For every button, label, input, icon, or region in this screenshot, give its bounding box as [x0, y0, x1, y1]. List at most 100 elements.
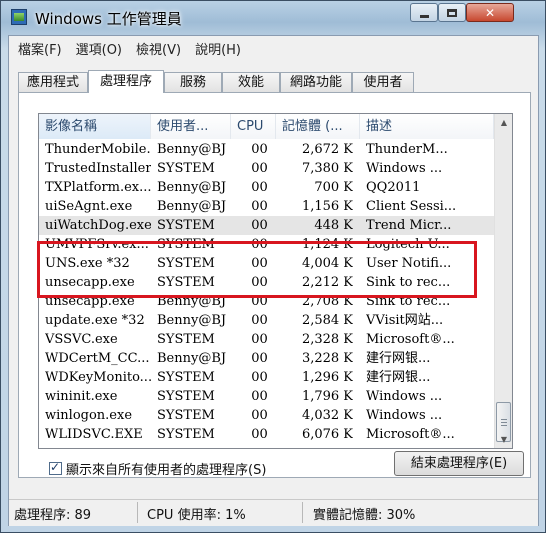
- menu-help[interactable]: 說明(H): [189, 36, 249, 58]
- process-list[interactable]: 影像名稱 使用者... CPU 記憶體 (... 描述 ThunderMobil…: [38, 113, 513, 449]
- cell-image-name: TrustedInstaller...: [45, 161, 151, 176]
- process-row[interactable]: WDCertM_CC... Benny@BJ 00 3,228 K 建行网银...: [39, 349, 494, 368]
- show-all-users-checkbox[interactable]: [49, 460, 62, 475]
- tab-services[interactable]: 服務: [164, 72, 222, 92]
- client-area: 檔案(F) 選項(O) 檢視(V) 說明(H) 應用程式 處理程序 服務 效能 …: [8, 35, 539, 526]
- column-image-name[interactable]: 影像名稱: [39, 114, 151, 139]
- cell-memory: 3,228 K: [301, 351, 353, 366]
- process-row[interactable]: WLIDSVC.EXE SYSTEM 00 6,076 K Microsoft®...: [39, 425, 494, 444]
- menu-file[interactable]: 檔案(F): [12, 36, 70, 58]
- vertical-scrollbar[interactable]: ▲ ▼: [494, 114, 512, 448]
- cell-image-name: TXPlatform.ex...: [45, 180, 151, 195]
- process-row[interactable]: TXPlatform.ex... Benny@BJ 00 700 K QQ2011: [39, 178, 494, 197]
- cell-cpu: 00: [251, 142, 268, 157]
- show-all-users-option[interactable]: 顯示來自所有使用者的處理程序(S): [49, 459, 266, 478]
- process-row[interactable]: TrustedInstaller... SYSTEM 00 7,380 K Window…: [39, 159, 494, 178]
- cell-cpu: 00: [251, 427, 268, 442]
- column-memory[interactable]: 記憶體 (...: [276, 114, 360, 139]
- process-row[interactable]: WDKeyMonito... SYSTEM 00 1,296 K 建行网银...: [39, 368, 494, 387]
- cell-description: 建行网银...: [366, 351, 431, 366]
- tab-performance[interactable]: 效能: [222, 72, 280, 92]
- process-row[interactable]: uiWatchDog.exe SYSTEM 00 448 K Trend Micr...: [39, 216, 494, 235]
- tab-applications[interactable]: 應用程式: [18, 72, 88, 92]
- cell-image-name: UNS.exe *32: [45, 256, 130, 271]
- cell-user: SYSTEM: [157, 275, 215, 290]
- cell-user: SYSTEM: [157, 237, 215, 252]
- cell-image-name: update.exe *32: [45, 313, 145, 328]
- cell-memory: 4,004 K: [301, 256, 353, 271]
- cell-user: SYSTEM: [157, 256, 215, 271]
- cell-image-name: unsecapp.exe: [45, 275, 135, 290]
- cell-memory: 2,212 K: [301, 275, 353, 290]
- cell-memory: 2,708 K: [301, 294, 353, 309]
- cell-memory: 2,672 K: [301, 142, 353, 157]
- menu-options[interactable]: 選項(O): [70, 36, 130, 58]
- tab-networking[interactable]: 網路功能: [280, 72, 352, 92]
- end-process-button[interactable]: 結束處理程序(E): [394, 451, 524, 476]
- process-row[interactable]: wininit.exe SYSTEM 00 1,796 K Windows ...: [39, 387, 494, 406]
- cell-description: Microsoft®...: [366, 427, 455, 442]
- maximize-button[interactable]: [438, 3, 466, 22]
- status-cpu-usage: CPU 使用率: 1%: [147, 508, 246, 523]
- cell-memory: 1,796 K: [301, 389, 353, 404]
- list-header: 影像名稱 使用者... CPU 記憶體 (... 描述: [39, 114, 494, 139]
- minimize-button[interactable]: [410, 3, 438, 22]
- cell-cpu: 00: [251, 199, 268, 214]
- process-row[interactable]: VSSVC.exe SYSTEM 00 2,328 K Microsoft®...: [39, 330, 494, 349]
- cell-description: Client Sessi...: [366, 199, 456, 214]
- close-button[interactable]: ✕: [466, 3, 514, 22]
- cell-description: VVisit网站...: [366, 313, 444, 328]
- process-row[interactable]: update.exe *32 Benny@BJ 00 2,584 K VVisit网站.…: [39, 311, 494, 330]
- cell-user: Benny@BJ: [157, 294, 227, 309]
- cell-cpu: 00: [251, 351, 268, 366]
- tab-users[interactable]: 使用者: [352, 72, 414, 92]
- cell-description: Microsoft®...: [366, 332, 455, 347]
- cell-image-name: wininit.exe: [45, 389, 118, 404]
- cell-memory: 1,296 K: [301, 370, 353, 385]
- tab-processes[interactable]: 處理程序: [88, 70, 164, 93]
- cell-description: User Notifi...: [366, 256, 452, 271]
- process-row[interactable]: UMVPFSrv.ex... SYSTEM 00 1,124 K Logitech U.…: [39, 235, 494, 254]
- cell-cpu: 00: [251, 332, 268, 347]
- cell-user: SYSTEM: [157, 389, 215, 404]
- process-row[interactable]: ThunderMobile... Benny@BJ 00 2,672 K Thunder…: [39, 140, 494, 159]
- title-bar[interactable]: Windows 工作管理員 ✕: [1, 1, 545, 35]
- show-all-users-label: 顯示來自所有使用者的處理程序(S): [66, 463, 267, 478]
- cell-user: SYSTEM: [157, 332, 215, 347]
- cell-image-name: WDKeyMonito...: [45, 370, 151, 385]
- cell-cpu: 00: [251, 408, 268, 423]
- scroll-up-icon[interactable]: ▲: [496, 114, 512, 131]
- status-process-count: 處理程序: 89: [14, 508, 92, 523]
- menu-view[interactable]: 檢視(V): [130, 36, 189, 58]
- cell-description: 建行网银...: [366, 370, 431, 385]
- cell-user: Benny@BJ: [157, 199, 227, 214]
- processes-panel: 影像名稱 使用者... CPU 記憶體 (... 描述 ThunderMobil…: [18, 92, 531, 478]
- status-bar: 處理程序: 89 CPU 使用率: 1% 實體記憶體: 30%: [9, 499, 538, 526]
- cell-description: ThunderM...: [366, 142, 448, 157]
- cell-cpu: 00: [251, 237, 268, 252]
- menu-bar: 檔案(F) 選項(O) 檢視(V) 說明(H): [9, 36, 541, 58]
- cell-cpu: 00: [251, 180, 268, 195]
- cell-cpu: 00: [251, 256, 268, 271]
- column-user[interactable]: 使用者...: [151, 114, 231, 139]
- cell-user: SYSTEM: [157, 427, 215, 442]
- window-title: Windows 工作管理員: [35, 10, 182, 28]
- scroll-down-icon[interactable]: ▼: [496, 431, 512, 448]
- column-cpu[interactable]: CPU: [231, 114, 276, 139]
- cell-cpu: 00: [251, 161, 268, 176]
- cell-cpu: 00: [251, 218, 268, 233]
- cell-memory: 7,380 K: [301, 161, 353, 176]
- cell-image-name: winlogon.exe: [45, 408, 133, 423]
- cell-cpu: 00: [251, 313, 268, 328]
- grip-line: [501, 419, 507, 420]
- column-description[interactable]: 描述: [360, 114, 494, 139]
- process-row[interactable]: uiSeAgnt.exe Benny@BJ 00 1,156 K Client Sess…: [39, 197, 494, 216]
- cell-cpu: 00: [251, 389, 268, 404]
- cell-user: Benny@BJ: [157, 142, 227, 157]
- process-row[interactable]: unsecapp.exe SYSTEM 00 2,212 K Sink to rec..…: [39, 273, 494, 292]
- process-row[interactable]: winlogon.exe SYSTEM 00 4,032 K Windows ...: [39, 406, 494, 425]
- cell-user: SYSTEM: [157, 370, 215, 385]
- process-row[interactable]: unsecapp.exe Benny@BJ 00 2,708 K Sink to rec…: [39, 292, 494, 311]
- process-row[interactable]: UNS.exe *32 SYSTEM 00 4,004 K User Notifi...: [39, 254, 494, 273]
- cell-user: Benny@BJ: [157, 313, 227, 328]
